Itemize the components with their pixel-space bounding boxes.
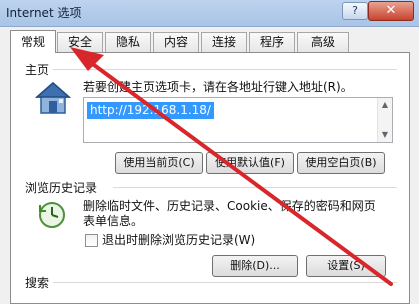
tab-privacy[interactable]: 隐私 bbox=[105, 32, 151, 52]
scroll-down-icon[interactable]: ▼ bbox=[380, 130, 390, 140]
history-clock-icon bbox=[39, 202, 65, 228]
help-button[interactable]: ? bbox=[342, 2, 368, 20]
home-url-scrollbar[interactable]: ▲ ▼ bbox=[377, 98, 392, 142]
home-description: 若要创建主页选项卡，请在各地址行键入地址(R)。 bbox=[83, 80, 353, 94]
history-description-line2: 表单信息。 bbox=[83, 214, 144, 228]
home-section-divider bbox=[53, 69, 397, 70]
title-bar: Internet 选项 ? ✕ bbox=[0, 0, 419, 27]
home-section-label: 主页 bbox=[25, 63, 50, 77]
home-url-textarea[interactable]: http://192.168.1.18/ ▲ ▼ bbox=[83, 97, 393, 143]
help-icon: ? bbox=[352, 4, 358, 17]
search-section-divider bbox=[53, 282, 397, 283]
history-section-label: 浏览历史记录 bbox=[25, 181, 98, 195]
use-blank-button[interactable]: 使用空白页(B) bbox=[297, 152, 385, 174]
delete-on-exit-checkbox[interactable] bbox=[85, 234, 98, 247]
tab-connections[interactable]: 连接 bbox=[201, 32, 247, 52]
delete-history-button[interactable]: 删除(D)... bbox=[212, 255, 298, 277]
history-section-divider bbox=[113, 187, 397, 188]
use-current-button[interactable]: 使用当前页(C) bbox=[115, 152, 203, 174]
tab-panel-general: 主页 若要创建主页选项卡，请在各地址行键入地址(R)。 http://192.1… bbox=[10, 52, 410, 304]
close-icon: ✕ bbox=[385, 3, 397, 18]
close-button[interactable]: ✕ bbox=[368, 1, 414, 21]
home-icon bbox=[35, 82, 71, 114]
tab-programs[interactable]: 程序 bbox=[249, 32, 295, 52]
history-settings-button[interactable]: 设置(S) bbox=[306, 255, 386, 277]
search-section-label: 搜索 bbox=[25, 276, 50, 290]
home-url-value: http://192.168.1.18/ bbox=[87, 102, 214, 119]
use-default-button[interactable]: 使用默认值(F) bbox=[206, 152, 294, 174]
delete-on-exit-label: 退出时删除浏览历史记录(W) bbox=[102, 233, 256, 247]
tab-security[interactable]: 安全 bbox=[57, 32, 103, 52]
history-description-line1: 删除临时文件、历史记录、Cookie、保存的密码和网页 bbox=[83, 199, 376, 213]
window-title: Internet 选项 bbox=[6, 6, 82, 20]
tab-general[interactable]: 常规 bbox=[10, 30, 56, 53]
tab-advanced[interactable]: 高级 bbox=[297, 32, 349, 52]
tab-content[interactable]: 内容 bbox=[153, 32, 199, 52]
scroll-up-icon[interactable]: ▲ bbox=[380, 100, 390, 110]
